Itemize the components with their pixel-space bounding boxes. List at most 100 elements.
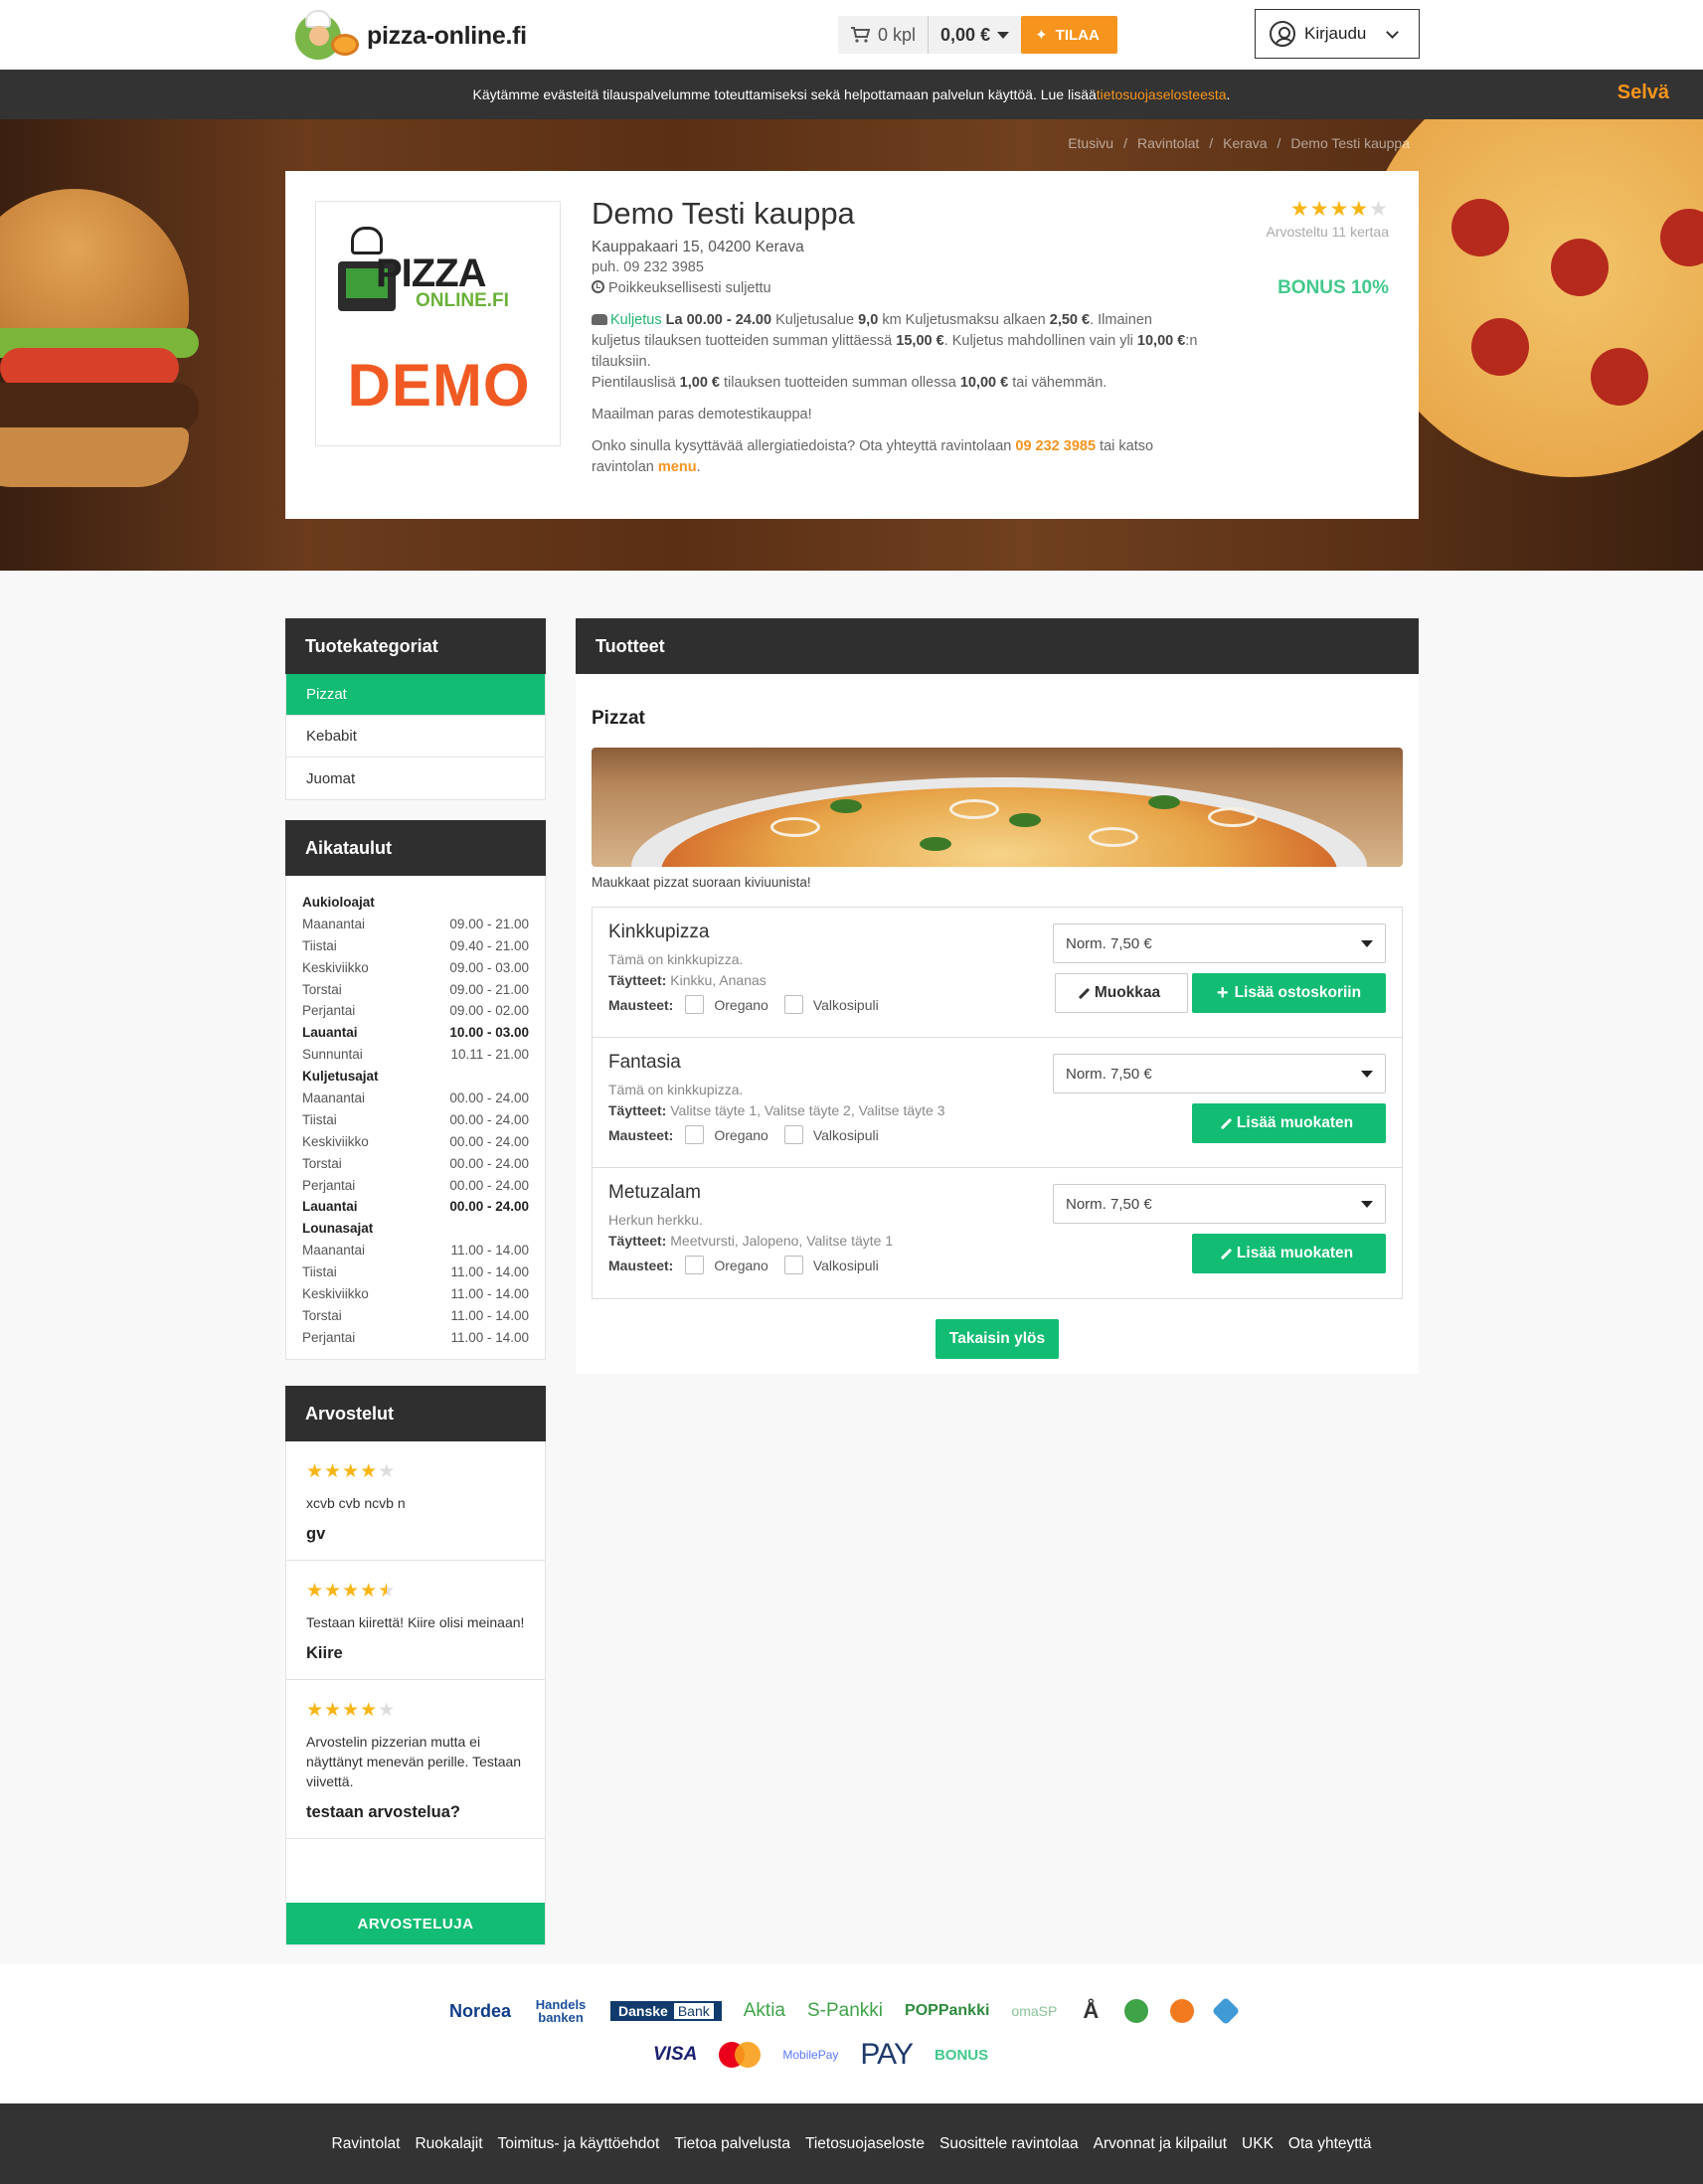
categories-panel: Tuotekategoriat Pizzat Kebabit Juomat xyxy=(285,618,546,800)
add-with-edit-button[interactable]: Lisää muokaten xyxy=(1192,1234,1386,1273)
spice-checkbox[interactable] xyxy=(685,1256,705,1274)
product-toppings: Täytteet: Kinkku, Ananas xyxy=(608,972,766,988)
size-select[interactable]: Norm. 7,50 € xyxy=(1053,1184,1386,1224)
spice-label[interactable]: Oregano xyxy=(714,1258,767,1273)
delivery-fee-label: km Kuljetusmaksu alkaen xyxy=(882,312,1046,328)
alandsbanken-icon[interactable]: Å xyxy=(1079,1999,1104,2023)
breadcrumb-item[interactable]: Ravintolat xyxy=(1137,135,1199,151)
pencil-icon xyxy=(1078,987,1090,999)
review-stars: ★★★★★ xyxy=(306,1581,525,1602)
spice-label[interactable]: Valkosipuli xyxy=(813,1258,879,1273)
schedule-day: Perjantai xyxy=(302,1003,356,1019)
review-text: Arvostelin pizzerian mutta ei näyttänyt … xyxy=(306,1734,522,1789)
product-description: Tämä on kinkkupizza. xyxy=(608,1082,744,1097)
category-item-juomat[interactable]: Juomat xyxy=(286,757,545,799)
cart-count[interactable]: 0 kpl xyxy=(838,16,930,54)
restaurant-address: Kauppakaari 15, 04200 Kerava xyxy=(592,239,804,255)
restaurant-details: Demo Testi kauppa Kauppakaari 15, 04200 … xyxy=(592,195,1198,478)
spice-label[interactable]: Oregano xyxy=(714,1127,767,1143)
cookie-accept-button[interactable]: Selvä xyxy=(1618,82,1669,104)
footer-link[interactable]: Suosittele ravintolaa xyxy=(939,2135,1079,2153)
footer-link[interactable]: Ravintolat xyxy=(332,2135,401,2153)
footer-link[interactable]: Arvonnat ja kilpailut xyxy=(1094,2135,1227,2153)
breadcrumb-item[interactable]: Etusivu xyxy=(1068,135,1113,151)
star-icon: ★ xyxy=(306,1461,325,1482)
products-title: Tuotteet xyxy=(576,618,1419,674)
size-select[interactable]: Norm. 7,50 € xyxy=(1053,1054,1386,1093)
min-order: 10,00 € xyxy=(1136,333,1186,349)
aktia-logo[interactable]: Aktia xyxy=(744,2000,785,2022)
star-icon: ★ xyxy=(324,1700,343,1721)
order-button[interactable]: ✦ TILAA xyxy=(1021,16,1117,54)
breadcrumb-item[interactable]: Kerava xyxy=(1223,135,1267,151)
spice-label[interactable]: Valkosipuli xyxy=(813,1127,879,1143)
op-icon[interactable] xyxy=(1170,1999,1195,2023)
schedule-day: Keskiviikko xyxy=(302,959,369,975)
small-fee-label: Pientilauslisä xyxy=(592,375,676,391)
star-icon: ★ xyxy=(1309,198,1330,221)
menu-link[interactable]: menu xyxy=(658,459,697,475)
cart-total[interactable]: 0,00 € xyxy=(929,16,1021,54)
spice-label[interactable]: Valkosipuli xyxy=(813,997,879,1013)
visa-logo[interactable]: VISA xyxy=(653,2044,697,2066)
footer-link[interactable]: Ruokalajit xyxy=(415,2135,482,2153)
footer-link[interactable]: Tietoa palvelusta xyxy=(674,2135,790,2153)
cookie-text-end: . xyxy=(1226,86,1231,102)
schedule-time: 00.00 - 24.00 xyxy=(449,1091,529,1106)
add-with-edit-button[interactable]: Lisää muokaten xyxy=(1192,1103,1386,1143)
mastercard-logo[interactable] xyxy=(719,2042,762,2068)
spice-checkbox[interactable] xyxy=(783,995,803,1014)
site-logo[interactable]: pizza-online.fi xyxy=(293,10,527,62)
star-icon: ★ xyxy=(342,1461,361,1482)
category-item-pizzat[interactable]: Pizzat xyxy=(286,674,545,716)
category-item-kebabit[interactable]: Kebabit xyxy=(286,716,545,757)
top-bar: pizza-online.fi 0 kpl 0,00 € ✦ TILAA Kir… xyxy=(0,0,1703,70)
handelsbanken-logo[interactable]: Handels banken xyxy=(533,1998,589,2024)
omasp-logo[interactable]: omaSP xyxy=(1011,2003,1057,2019)
footer-link[interactable]: UKK xyxy=(1242,2135,1274,2153)
schedule-section-title: Lounasajat xyxy=(302,1221,374,1237)
back-to-top-button[interactable]: Takaisin ylös xyxy=(936,1319,1059,1359)
edit-button[interactable]: Muokkaa xyxy=(1055,973,1188,1013)
nordea-logo[interactable]: Nordea xyxy=(449,2001,511,2022)
schedule-time: 11.00 - 14.00 xyxy=(450,1307,529,1323)
add-button-label: Lisää muokaten xyxy=(1236,1245,1354,1261)
delivery-info: Kuljetus La 00.00 - 24.00 Kuljetusalue 9… xyxy=(592,310,1198,373)
saastopankki-icon[interactable] xyxy=(1124,1999,1149,2023)
restaurant-tagline: Maailman paras demotestikauppa! xyxy=(592,407,812,422)
danskebank-icon[interactable] xyxy=(1212,1996,1241,2026)
plus-icon: + xyxy=(1216,982,1229,1004)
review-list: ★★★★★ xcvb cvb ncvb n gv ★★★★★ Testaan kiire… xyxy=(286,1441,545,1839)
schedule-row: Keskiviikko 00.00 - 24.00 xyxy=(302,1131,529,1153)
bonus-logo[interactable]: BONUS xyxy=(935,2047,988,2064)
spice-checkbox[interactable] xyxy=(783,1256,803,1274)
siirto-pay-logo[interactable]: PAY xyxy=(860,2038,914,2072)
schedule-day: Perjantai xyxy=(302,1329,356,1345)
spice-checkbox[interactable] xyxy=(685,995,705,1014)
spice-checkbox[interactable] xyxy=(783,1125,803,1144)
schedule-time: 09.00 - 03.00 xyxy=(449,959,529,975)
add-to-cart-button[interactable]: + Lisää ostoskoriin xyxy=(1192,973,1386,1013)
footer-link[interactable]: Ota yhteyttä xyxy=(1288,2135,1372,2153)
privacy-link[interactable]: tietosuojaselosteesta xyxy=(1097,86,1227,102)
mobilepay-logo[interactable]: MobilePay xyxy=(782,2048,838,2062)
schedule-row: Tiistai 00.00 - 24.00 xyxy=(302,1109,529,1131)
spice-checkbox[interactable] xyxy=(685,1125,705,1144)
footer-link[interactable]: Toimitus- ja käyttöehdot xyxy=(498,2135,660,2153)
s-pankki-logo[interactable]: S-Pankki xyxy=(807,2000,883,2022)
reviews-panel: Arvostelut ★★★★★ xcvb cvb ncvb n gv ★★★★★ Te… xyxy=(285,1386,546,1945)
schedule-row: Torstai 09.00 - 21.00 xyxy=(302,979,529,1001)
footer-link[interactable]: Tietosuojaseloste xyxy=(805,2135,925,2153)
cart-widget[interactable]: 0 kpl 0,00 € ✦ TILAA xyxy=(838,16,1117,54)
allergy-phone-link[interactable]: 09 232 3985 xyxy=(1015,438,1096,454)
pop-pankki-logo[interactable]: POPPankki xyxy=(905,2002,989,2020)
danske-bank-logo[interactable]: Danske Bank xyxy=(610,2001,722,2021)
allergy-text: Onko sinulla kysyttävää allergiatiedoist… xyxy=(592,438,1012,454)
spice-label[interactable]: Oregano xyxy=(714,997,767,1013)
all-reviews-button[interactable]: ARVOSTELUJA xyxy=(286,1903,545,1944)
size-select[interactable]: Norm. 7,50 € xyxy=(1053,924,1386,963)
login-button[interactable]: Kirjaudu xyxy=(1255,9,1420,59)
payment-row-cards: VISA MobilePay PAY BONUS xyxy=(653,2038,1010,2072)
cart-icon xyxy=(851,27,870,43)
add-button-label: Lisää muokaten xyxy=(1236,1114,1354,1131)
